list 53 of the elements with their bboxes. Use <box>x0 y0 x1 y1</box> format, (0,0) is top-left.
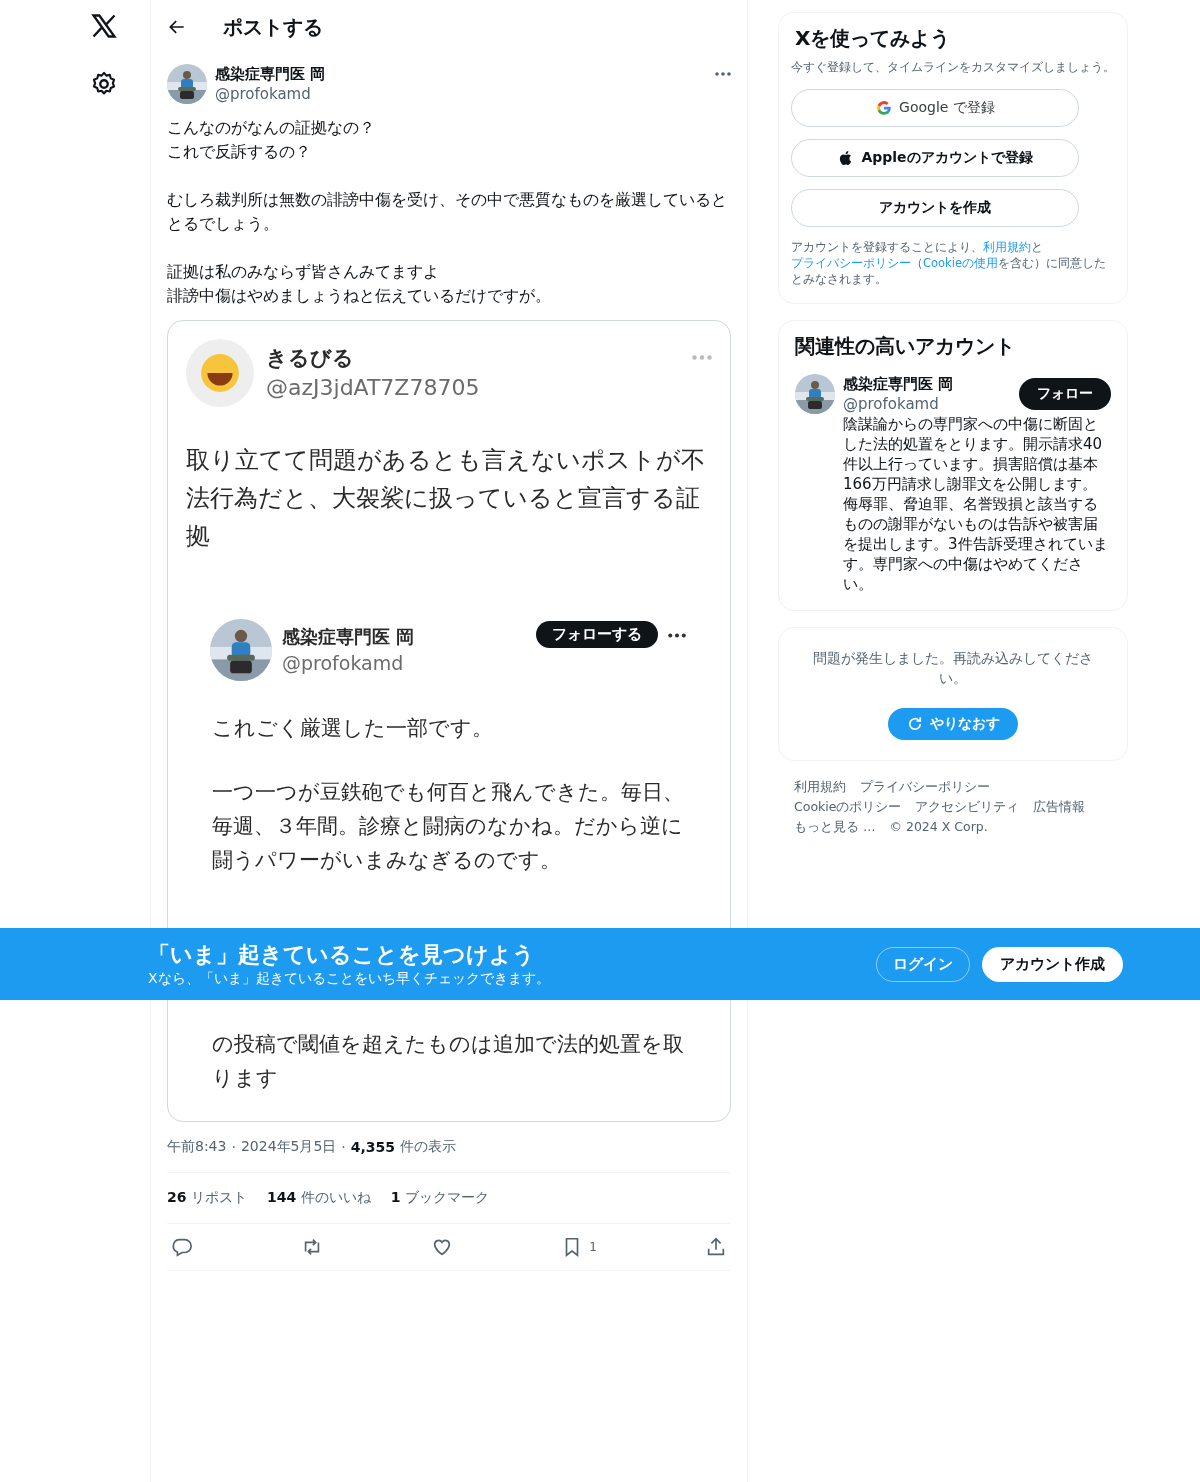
emoji-icon <box>199 352 241 394</box>
author-name: 感染症専門医 岡 <box>282 625 416 649</box>
card-subtitle: 今すぐ登録して、タイムラインをカスタマイズしましょう。 <box>791 60 1115 75</box>
footer-link[interactable]: アクセシビリティ <box>915 797 1020 817</box>
card-title: Xを使ってみよう <box>794 25 952 52</box>
page-title: ポストする <box>223 13 323 41</box>
author-name: きるびる <box>266 345 355 372</box>
post-text: これで反訴するの？ <box>167 141 312 163</box>
post-text: 証拠は私のみならず皆さんみてますよ <box>167 261 440 283</box>
author-name: 感染症専門医 岡 <box>215 64 327 84</box>
error-message: 問題が発生しました。再読み込みしてください。 <box>812 649 1094 688</box>
account-handle: @profokamd <box>843 394 940 414</box>
post-text: これごく厳選した一部です。 <box>212 715 494 742</box>
card-title: 関連性の高いアカウント <box>794 333 1016 360</box>
google-logo-icon <box>875 99 894 117</box>
footer-link[interactable]: 広告情報 <box>1033 797 1086 817</box>
author-handle: @azJ3jdAT7Z78705 <box>266 374 481 402</box>
meta-text: 件の表示 <box>400 1138 457 1156</box>
stat-link[interactable]: 1 ブックマーク <box>390 1189 489 1207</box>
bookmark-count: 1 <box>589 1240 597 1254</box>
more-icon <box>668 633 686 638</box>
author-handle: @profokamd <box>282 651 405 676</box>
meta-text: 2024年5月5日 <box>240 1138 337 1156</box>
x-logo-icon[interactable] <box>90 12 118 40</box>
meta-text: 午前8:43 <box>167 1138 227 1156</box>
author-handle: @profokamd <box>215 84 312 104</box>
footer-link[interactable]: もっと見る … <box>794 817 876 837</box>
create-account-button[interactable]: アカウント作成 <box>982 946 1123 982</box>
post-text: 取り立てて問題があるとも言えないポストが不法行為だと、大袈裟に扱っていると宣言する証拠 <box>186 445 706 552</box>
footer-link[interactable]: プライバシーポリシー <box>860 777 990 797</box>
stat-link[interactable]: 26 リポスト <box>167 1189 247 1207</box>
follow-button[interactable]: フォロー <box>1019 378 1111 410</box>
reply-icon[interactable] <box>171 1236 193 1258</box>
stat-link[interactable]: 144 件のいいね <box>266 1189 371 1207</box>
footer-link[interactable]: 利用規約 <box>794 777 846 797</box>
separator-dot: · <box>341 1139 346 1155</box>
post-text: 誹謗中傷はやめましょうねと伝えているだけですが。 <box>167 285 552 307</box>
more-icon <box>692 355 712 360</box>
account-name: 感染症専門医 岡 <box>843 374 955 394</box>
footer-link[interactable]: © 2024 X Corp. <box>889 817 988 837</box>
post-text: むしろ裁判所は無数の誹謗中傷を受け、その中で悪質なものを厳選しているととるでしょう。 <box>167 189 728 235</box>
account-bio: 陰謀論からの専門家への中傷に断固とした法的処置をとります。開示請求40件以上行っています。損害賠償は基本166万円請求し謝罪文を公開します。侮辱罪、脅迫罪、名誉毀損と該当するものの謝罪がないものは告訴や被害届を提出します。3件告訴受理されています。専門家への中傷はやめてください。 <box>843 414 1109 594</box>
view-count: 4,355 <box>350 1139 396 1155</box>
footer-link[interactable]: Cookieのポリシー <box>794 797 902 817</box>
post-text: こんなのがなんの証拠なの？ <box>167 117 376 139</box>
legal-text: アカウントを登録することにより、利用規約 と プライバシーポリシー（Cookieの使用を含む）に同意したとみなされます。 <box>791 239 1108 287</box>
banner-subtitle: Xなら、「いま」起きていることをいち早くチェックできます。 <box>148 969 551 987</box>
more-icon[interactable] <box>715 72 731 76</box>
separator-dot: · <box>231 1139 236 1155</box>
post-text: 一つ一つが豆鉄砲でも何百と飛んできた。毎日、毎週、３年間。診療と闘病のなかね。だから逆に闘うパワーがいまみなぎるのです。 <box>212 779 685 874</box>
post-text: の投稿で閾値を超えたものは追加で法的処置を取ります <box>212 1031 685 1092</box>
refresh-icon <box>906 715 924 733</box>
banner-title: 「いま」起きていることを見つけよう <box>148 941 536 969</box>
